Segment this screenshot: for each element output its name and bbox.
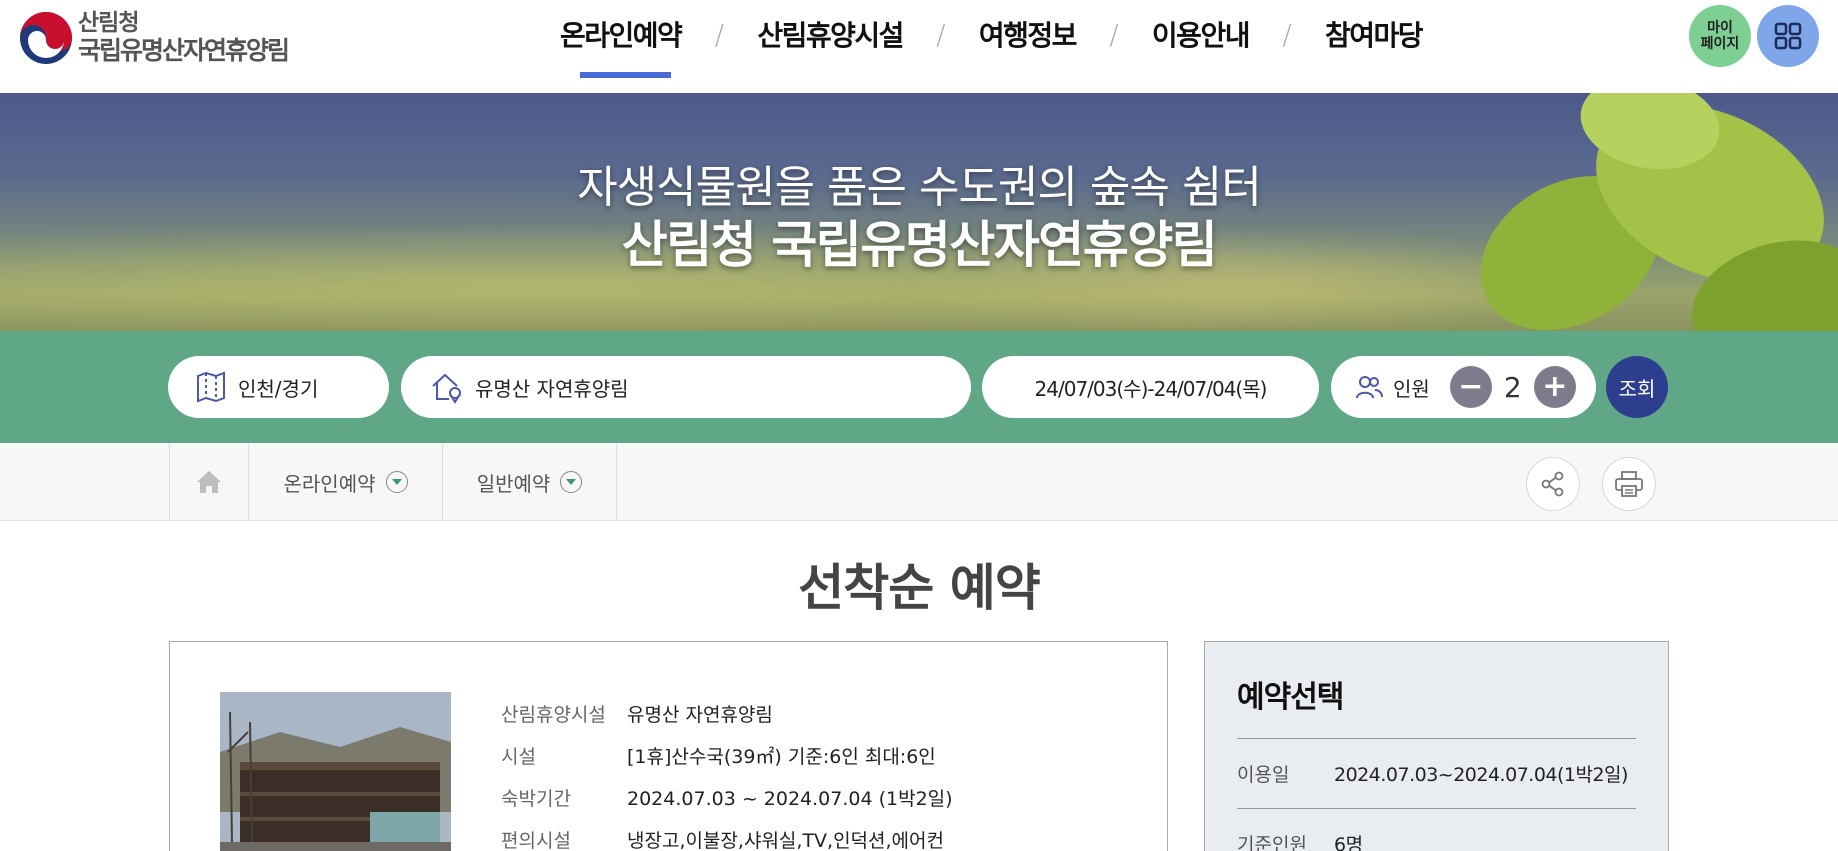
facility-value: 유명산 자연휴양림	[475, 376, 629, 401]
reservation-value: 6명	[1334, 834, 1363, 851]
reservation-label: 기준인원	[1237, 834, 1307, 851]
home-icon	[197, 471, 221, 493]
page-title: 선착순 예약	[798, 559, 1040, 617]
people-label: 인원	[1393, 376, 1430, 401]
info-label: 숙박기간	[501, 787, 571, 810]
nav-separator: /	[936, 17, 946, 51]
nav-online-reservation[interactable]: 온라인예약	[560, 14, 683, 78]
breadcrumb-level1-label: 온라인예약	[283, 471, 376, 496]
facility-info-list: 산림휴양시설 유명산 자연휴양림 시설 [1휴]산수국(39㎡) 기준:6인 최…	[501, 692, 953, 851]
info-value: 냉장고,이불장,샤워실,TV,인덕션,에어컨	[627, 829, 945, 851]
breadcrumb-level2[interactable]: 일반예약	[443, 443, 617, 521]
search-submit-button[interactable]: 조회	[1606, 356, 1668, 418]
grid-icon	[1774, 22, 1802, 50]
print-button[interactable]	[1602, 457, 1656, 511]
increase-people-button[interactable]: +	[1533, 366, 1576, 408]
share-icon	[1541, 471, 1564, 497]
nav-travel-info[interactable]: 여행정보	[979, 14, 1078, 54]
reservation-search-bar: 인천/경기 유명산 자연휴양림 24/07/03(수)-24/07/04(목) …	[0, 331, 1838, 443]
map-icon	[194, 370, 228, 404]
main-nav: 온라인예약 / 산림휴양시설 / 여행정보 / 이용안내 / 참여마당	[560, 14, 1424, 78]
date-range-picker[interactable]: 24/07/03(수)-24/07/04(목)	[982, 356, 1319, 418]
hero-banner: 자생식물원을 품은 수도권의 숲속 쉼터 산림청 국립유명산자연휴양림	[0, 93, 1838, 331]
nav-separator: /	[1109, 17, 1119, 51]
reservation-label: 이용일	[1237, 764, 1290, 786]
mypage-label-line2: 페이지	[1700, 36, 1740, 52]
banner-title: 산림청 국립유명산자연휴양림	[621, 216, 1218, 274]
logo-line-agency: 산림청	[78, 10, 139, 37]
region-select[interactable]: 인천/경기	[168, 356, 389, 418]
all-menu-button[interactable]	[1757, 5, 1819, 67]
home-pin-icon	[429, 369, 465, 405]
site-header: 산림청 국립유명산자연휴양림 온라인예약 / 산림휴양시설 / 여행정보 / 이…	[0, 0, 1838, 93]
reservation-value: 2024.07.03~2024.07.04(1박2일)	[1334, 764, 1628, 786]
nav-participation[interactable]: 참여마당	[1325, 14, 1424, 54]
mypage-label-line1: 마이	[1707, 19, 1733, 36]
share-button[interactable]	[1526, 457, 1580, 511]
decrease-people-button[interactable]: −	[1449, 366, 1492, 408]
reservation-row-base-people: 기준인원 6명	[1237, 809, 1636, 851]
chevron-down-icon	[385, 471, 408, 493]
users-icon	[1355, 373, 1383, 401]
people-count: 2	[1503, 370, 1522, 404]
breadcrumb-home[interactable]	[169, 443, 249, 521]
breadcrumb-level1[interactable]: 온라인예약	[249, 443, 443, 521]
logo-emblem-icon	[20, 12, 72, 64]
info-label: 산림휴양시설	[501, 703, 606, 726]
date-range-value: 24/07/03(수)-24/07/04(목)	[1034, 376, 1268, 401]
info-label: 편의시설	[501, 829, 571, 851]
info-value: 유명산 자연휴양림	[627, 703, 773, 726]
info-row-room: 시설 [1휴]산수국(39㎡) 기준:6인 최대:6인	[501, 734, 953, 776]
reservation-panel-title: 예약선택	[1237, 672, 1636, 739]
nav-forest-facilities[interactable]: 산림휴양시설	[757, 14, 904, 54]
facility-photo	[220, 692, 451, 851]
info-value: 2024.07.03 ~ 2024.07.04 (1박2일)	[627, 787, 953, 810]
facility-info-card: 산림휴양시설 유명산 자연휴양림 시설 [1휴]산수국(39㎡) 기준:6인 최…	[169, 641, 1168, 851]
info-value: [1휴]산수국(39㎡) 기준:6인 최대:6인	[627, 745, 936, 768]
info-label: 시설	[501, 745, 536, 768]
logo-line-forest: 국립유명산자연휴양림	[78, 35, 290, 65]
region-value: 인천/경기	[238, 376, 319, 401]
nav-separator: /	[714, 17, 725, 51]
info-row-facility: 산림휴양시설 유명산 자연휴양림	[501, 692, 953, 734]
reservation-row-dates: 이용일 2024.07.03~2024.07.04(1박2일)	[1237, 739, 1636, 809]
breadcrumb-level2-label: 일반예약	[476, 471, 551, 496]
info-row-amenities: 편의시설 냉장고,이불장,샤워실,TV,인덕션,에어컨	[501, 818, 953, 851]
reservation-summary-panel: 예약선택 이용일 2024.07.03~2024.07.04(1박2일) 기준인…	[1204, 641, 1669, 851]
mypage-button[interactable]: 마이 페이지	[1689, 5, 1751, 67]
site-logo[interactable]: 산림청 국립유명산자연휴양림	[18, 10, 290, 66]
nav-usage-guide[interactable]: 이용안내	[1152, 14, 1251, 54]
print-icon	[1615, 471, 1643, 497]
people-stepper: 인원 − 2 +	[1331, 356, 1596, 418]
nav-separator: /	[1282, 17, 1292, 51]
info-row-stay-period: 숙박기간 2024.07.03 ~ 2024.07.04 (1박2일)	[501, 776, 953, 818]
facility-select[interactable]: 유명산 자연휴양림	[401, 356, 971, 418]
chevron-down-icon	[560, 471, 583, 493]
breadcrumb: 온라인예약 일반예약	[0, 443, 1838, 521]
